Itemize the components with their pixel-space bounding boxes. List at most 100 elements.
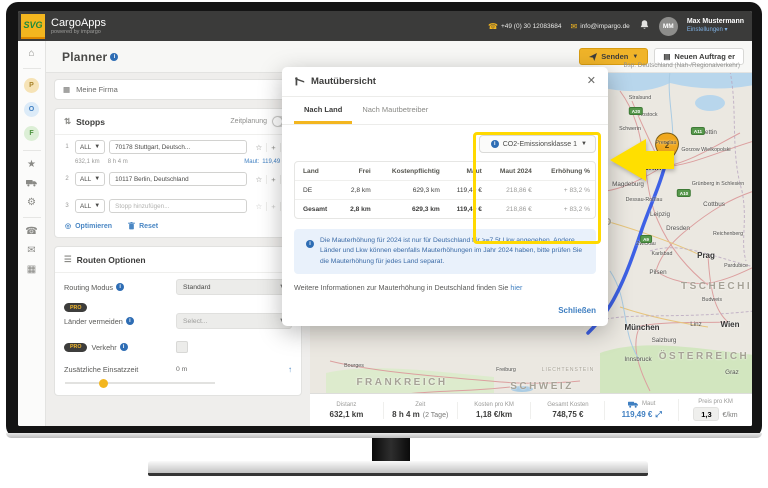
- route-options-card: ☰ Routen Optionen ▴ Routing Modus Standa…: [54, 246, 302, 396]
- add-stop-icon[interactable]: +: [266, 202, 279, 211]
- info-icon[interactable]: [110, 53, 118, 61]
- chevron-down-icon: ▼: [632, 54, 638, 60]
- info-icon[interactable]: [116, 283, 124, 291]
- new-stop-input[interactable]: [109, 199, 247, 213]
- stat-toll: Maut 119,49 €⤢: [604, 401, 678, 420]
- trash-icon: [128, 222, 135, 230]
- sidebar-item-o[interactable]: O: [24, 102, 39, 117]
- sort-icon: ⇅: [64, 116, 71, 127]
- optimize-button[interactable]: ◎ Optimieren: [65, 222, 112, 230]
- slider-knob[interactable]: [99, 379, 108, 388]
- company-select[interactable]: ▦ Meine Firma: [54, 79, 302, 100]
- price-unit: €/km: [722, 412, 737, 419]
- traffic-checkbox[interactable]: [176, 341, 188, 353]
- map-city-label: Stralsund: [629, 95, 651, 101]
- stop-row-2: 2 ALL▼ ☆ + ×: [55, 167, 301, 188]
- more-info-link[interactable]: hier: [510, 283, 522, 292]
- send-button-label: Senden: [601, 52, 628, 61]
- sidebar-favorites-star-icon[interactable]: ★: [27, 160, 36, 170]
- sidebar-phone-icon[interactable]: ☎: [25, 227, 37, 237]
- settings-link[interactable]: Einstellungen: [687, 27, 723, 33]
- svg-logo-text: SVG: [23, 20, 42, 30]
- map-city-label: Magdeburg: [612, 181, 644, 188]
- sidebar-item-p[interactable]: P: [24, 78, 39, 93]
- close-button[interactable]: Schließen: [558, 306, 596, 315]
- stop-mode-select[interactable]: ALL▼: [75, 140, 105, 154]
- phone-link[interactable]: ☎ +49 (0) 30 12083684: [488, 22, 562, 31]
- company-name: Meine Firma: [76, 85, 118, 94]
- map-city-label: Gorzow Wielkopolski: [677, 147, 735, 153]
- stop-address-input[interactable]: [109, 140, 247, 154]
- stat-distance: Distanz 632,1 km: [310, 402, 383, 419]
- stop-mode-select[interactable]: ALL▼: [75, 172, 105, 186]
- map-city-label: Dresden: [666, 225, 690, 232]
- sidebar-mail-icon[interactable]: ✉: [27, 246, 35, 256]
- routing-mode-select[interactable]: Standard▼: [176, 279, 292, 295]
- map-city-label: Linz: [690, 321, 702, 328]
- info-icon[interactable]: [126, 317, 134, 325]
- stops-card: ⇅ Stopps Zeitplanung 1 ALL▼ ☆ + ×: [54, 108, 302, 238]
- favorite-star-icon[interactable]: ☆: [251, 202, 266, 211]
- leg-toll-label: Maut:: [244, 159, 259, 165]
- zeitplanung-label: Zeitplanung: [230, 118, 267, 125]
- sidebar-item-f[interactable]: F: [24, 126, 39, 141]
- extra-time-slider[interactable]: [65, 382, 215, 384]
- stop-index: 2: [63, 176, 71, 182]
- emission-class-dropdown[interactable]: CO2-Emissionsklasse 1 ▼: [479, 135, 596, 153]
- divider: [23, 150, 41, 151]
- stop-row-1: 1 ALL▼ ☆ + ×: [55, 135, 301, 156]
- table-row-total: Gesamt 2,8 km 629,3 km 119,49 € 218,86 €…: [295, 200, 595, 219]
- stop-row-3: 3 ALL▼ ☆ + ×: [55, 194, 301, 215]
- map-city-label: Freiburg: [496, 367, 516, 373]
- sidebar-home-icon[interactable]: ⌂: [28, 49, 34, 59]
- map-city-label: Innsbruck: [624, 356, 651, 363]
- favorite-star-icon[interactable]: ☆: [251, 143, 266, 152]
- map-city-label: Cottbus: [703, 201, 725, 208]
- expand-icon[interactable]: ⤢: [655, 410, 661, 420]
- stop-mode-select[interactable]: ALL▼: [75, 199, 105, 213]
- sidebar: ⌂ P O F ★ ⚙ ☎ ✉ ▦: [18, 41, 46, 426]
- sidebar-settings-gear-icon[interactable]: ⚙: [27, 198, 36, 208]
- stop-index: 3: [63, 203, 71, 209]
- arrow-up-icon[interactable]: ↑: [288, 365, 292, 374]
- map-city-label: Reichenberg: [713, 231, 743, 237]
- topbar: SVG CargoApps powered by impargo ☎ +49 (…: [18, 11, 752, 41]
- user-menu[interactable]: Max Mustermann Einstellungen ▾: [687, 18, 744, 34]
- extra-time-label: Zusätzliche Einsatzzeit: [64, 365, 138, 374]
- routing-mode-label: Routing Modus: [64, 283, 113, 292]
- add-stop-icon[interactable]: +: [266, 143, 279, 152]
- close-icon[interactable]: ✕: [587, 76, 596, 87]
- page-title: Planner: [62, 50, 107, 64]
- tab-nach-land[interactable]: Nach Land: [294, 97, 352, 124]
- svg-logo[interactable]: SVG: [21, 14, 45, 39]
- notifications-bell-icon[interactable]: [639, 19, 650, 33]
- avoid-countries-label: Länder vermeiden: [64, 317, 123, 326]
- divider: [23, 68, 41, 69]
- price-per-km-input[interactable]: [693, 407, 719, 421]
- sidebar-truck-icon[interactable]: [26, 179, 38, 189]
- avoid-countries-select[interactable]: Select...▼: [176, 313, 292, 329]
- map-country-label: FRANKREICH: [356, 377, 447, 388]
- reset-button[interactable]: Reset: [128, 222, 158, 230]
- stop-address-input[interactable]: [109, 172, 247, 186]
- map-city-label: Bourges: [344, 363, 364, 369]
- motorway-shield: A11: [691, 127, 705, 135]
- truck-icon: [628, 401, 639, 408]
- map-city-label: Salzburg: [652, 337, 677, 344]
- map-country-label: TSCHECHIEN: [681, 281, 752, 292]
- map-country-label: SCHWEIZ: [510, 381, 574, 392]
- chevron-down-icon: ▼: [581, 141, 587, 147]
- divider: [23, 217, 41, 218]
- avatar[interactable]: MM: [659, 17, 678, 36]
- tab-nach-mautbetreiber[interactable]: Nach Mautbetreiber: [352, 97, 438, 124]
- map-city-label: Dessau-Roßlau: [626, 197, 663, 203]
- building-icon: ▦: [63, 85, 70, 94]
- map-city-label: Budweis: [702, 297, 722, 303]
- map-city-label: Schwerin: [619, 126, 641, 132]
- favorite-star-icon[interactable]: ☆: [251, 175, 266, 184]
- email-link[interactable]: ✉ info@impargo.de: [571, 22, 630, 31]
- sidebar-card-icon[interactable]: ▦: [27, 265, 36, 275]
- map-city-label: Karlsbad: [652, 251, 673, 257]
- info-icon[interactable]: [120, 343, 128, 351]
- add-stop-icon[interactable]: +: [266, 175, 279, 184]
